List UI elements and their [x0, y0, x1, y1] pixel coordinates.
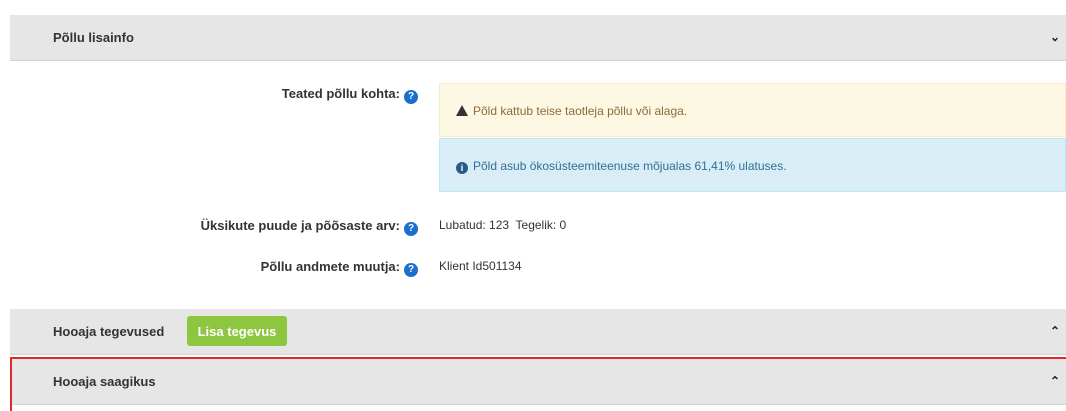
teated-label-text: Teated põllu kohta:	[281, 86, 400, 101]
muutja-label-text: Põllu andmete muutja:	[260, 259, 400, 274]
muutja-label: Põllu andmete muutja:?	[261, 259, 418, 277]
info-icon: i	[456, 162, 468, 174]
puude-label-text: Üksikute puude ja põõsaste arv:	[200, 218, 400, 233]
warning-alert: Põld kattub teise taotleja põllu või ala…	[439, 83, 1066, 137]
teated-label: Teated põllu kohta:?	[282, 86, 418, 104]
puude-label: Üksikute puude ja põõsaste arv:?	[201, 218, 418, 236]
help-icon[interactable]: ?	[404, 90, 418, 104]
muutja-value: Klient Id501134	[439, 259, 522, 273]
info-alert: i Põld asub ökosüsteemiteenuse mõjualas 6…	[439, 138, 1066, 192]
chevron-up-icon[interactable]: ⌃	[1050, 324, 1060, 338]
help-icon[interactable]: ?	[404, 263, 418, 277]
puude-value: Lubatud: 123 Tegelik: 0	[439, 218, 567, 232]
chevron-down-icon[interactable]: ⌄	[1050, 30, 1060, 44]
help-icon[interactable]: ?	[404, 222, 418, 236]
highlight-frame	[10, 357, 1066, 411]
warning-icon	[456, 105, 468, 116]
panel-title-lisainfo: Põllu lisainfo	[53, 30, 134, 45]
panel-title-tegevused: Hooaja tegevused	[53, 324, 165, 339]
panel-header-tegevused[interactable]: Hooaja tegevused ⌃	[10, 309, 1066, 355]
panel-header-lisainfo[interactable]: Põllu lisainfo ⌄	[10, 15, 1066, 61]
warning-text: Põld kattub teise taotleja põllu või ala…	[473, 104, 688, 118]
info-text: Põld asub ökosüsteemiteenuse mõjualas 61…	[473, 159, 787, 173]
add-activity-button[interactable]: Lisa tegevus	[187, 316, 287, 346]
